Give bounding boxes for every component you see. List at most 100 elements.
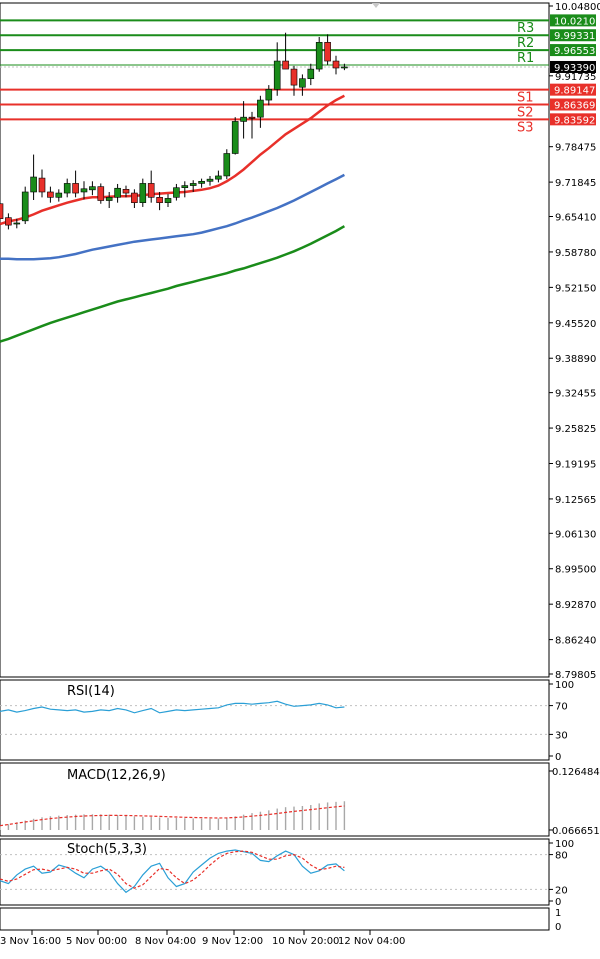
candle-body <box>63 183 71 194</box>
candle-body <box>282 60 289 70</box>
candle-body <box>105 197 113 201</box>
level-label: S3 <box>517 120 534 135</box>
candle-body <box>21 191 29 222</box>
stoch-tick-label: 20 <box>555 885 568 896</box>
candle-body <box>72 183 79 194</box>
candle-body <box>248 116 256 119</box>
price-panel: 10.02108 R3 9.99331 R2 9.96553 R1 S1 9.89147 S2 9… <box>0 2 600 681</box>
candle-body <box>38 177 46 193</box>
candle-body <box>80 188 88 193</box>
candle-body <box>97 186 105 201</box>
candle <box>0 201 4 222</box>
price-tick-label: 9.38890 <box>555 354 596 365</box>
candle-body <box>164 198 172 203</box>
candle-body <box>181 185 189 189</box>
candle-body <box>307 68 315 79</box>
stoch-tick-label: 0 <box>555 897 561 908</box>
candle-body <box>147 183 155 198</box>
candle-body <box>341 66 348 69</box>
time-tick-label: 5 Nov 00:00 <box>66 936 127 947</box>
time-tick-label: 9 Nov 12:00 <box>202 936 263 947</box>
rsi-tick-label: 30 <box>555 730 568 741</box>
price-tick-label: 9.19195 <box>555 459 596 470</box>
candle-body <box>265 89 273 101</box>
macd-tick-label: 0.066651 <box>552 826 600 837</box>
time-tick-label: 10 Nov 20:00 <box>272 936 339 947</box>
empty-panel: 10 <box>0 907 561 933</box>
stoch-title: Stoch(5,3,3) <box>67 842 147 857</box>
candle <box>231 117 239 155</box>
rsi-tick-label: 0 <box>555 752 561 763</box>
candle-body <box>114 187 121 198</box>
candle-body <box>55 192 63 198</box>
candle-body <box>215 175 222 180</box>
stoch-tick-label: 100 <box>555 839 574 850</box>
time-tick-label: 8 Nov 04:00 <box>135 936 196 947</box>
price-tick-label: 9.12565 <box>555 495 596 506</box>
empty-panel-tick-label: 0 <box>555 922 561 933</box>
price-tick-label: 9.65410 <box>555 213 596 224</box>
candle-body <box>324 42 331 62</box>
candle-body <box>189 183 197 186</box>
candle-body <box>231 121 239 154</box>
candle-body <box>156 197 163 203</box>
candle-body <box>173 187 180 198</box>
price-tick-label: 9.78475 <box>555 143 596 154</box>
level-value-label: 9.83592 <box>554 115 595 126</box>
level-value-label: 9.86369 <box>554 100 595 111</box>
level-value-label: 9.89147 <box>554 86 595 97</box>
price-tick-label: 8.86240 <box>555 636 596 647</box>
time-tick-label: 3 Nov 16:00 <box>0 936 61 947</box>
candle <box>223 149 231 180</box>
price-tick-label: 9.91735 <box>555 72 596 83</box>
candle-body <box>198 180 205 184</box>
candle-body <box>122 189 130 194</box>
level-value-label: 9.99331 <box>554 31 595 42</box>
level-label: S2 <box>517 105 534 120</box>
macd-panel: MACD(12,26,9) 0.126484 0.066651 <box>0 762 600 837</box>
candle-body <box>273 60 281 90</box>
level-label: R1 <box>517 51 534 66</box>
rsi-tick-label: 70 <box>555 702 568 713</box>
candle-body <box>315 42 323 70</box>
candle-body <box>332 60 340 69</box>
level-value-label: 9.96553 <box>554 46 595 57</box>
empty-panel-tick-label: 1 <box>555 908 561 919</box>
rsi-panel: RSI(14) 100 70 30 0 <box>0 679 574 763</box>
level-label: S1 <box>517 91 534 106</box>
candle-body <box>139 183 147 203</box>
price-tick-label: 8.92870 <box>555 600 596 611</box>
price-tick-label: 9.06130 <box>555 529 596 540</box>
candle <box>97 183 105 204</box>
candle-body <box>131 192 138 203</box>
candle-body <box>223 153 231 177</box>
rsi-title: RSI(14) <box>67 684 115 699</box>
price-tick-label: 8.99500 <box>555 565 596 576</box>
candle-body <box>5 217 12 226</box>
price-tick-label: 10.04800 <box>555 2 600 13</box>
chart-canvas: 10.02108 R3 9.99331 R2 9.96553 R1 S1 9.89147 S2 9… <box>0 0 600 955</box>
candle-body <box>299 78 306 88</box>
candle <box>21 186 29 225</box>
rsi-tick-label: 100 <box>555 680 574 691</box>
candle-body <box>30 176 37 193</box>
price-tick-label: 9.32455 <box>555 389 596 400</box>
trading-chart: 10.02108 R3 9.99331 R2 9.96553 R1 S1 9.89147 S2 9… <box>0 0 600 955</box>
stoch-tick-label: 80 <box>555 851 568 862</box>
price-tick-label: 9.71845 <box>555 178 596 189</box>
candle-body <box>290 68 298 86</box>
candle-body <box>0 203 4 219</box>
level-label: R2 <box>517 36 534 51</box>
macd-title: MACD(12,26,9) <box>67 768 166 783</box>
price-tick-label: 9.58780 <box>555 248 596 259</box>
stoch-panel: Stoch(5,3,3) 10080 200 <box>0 838 574 908</box>
level-label: R3 <box>517 21 534 36</box>
time-tick-label: 12 Nov 04:00 <box>338 936 405 947</box>
macd-tick-label: 0.126484 <box>552 767 600 778</box>
candle-body <box>257 99 264 118</box>
level-value-label: 10.02108 <box>554 16 600 27</box>
empty-panel-frame <box>0 907 550 931</box>
price-tick-label: 9.52150 <box>555 283 596 294</box>
candle-body <box>89 186 96 191</box>
price-tick-label: 9.25825 <box>555 424 596 435</box>
